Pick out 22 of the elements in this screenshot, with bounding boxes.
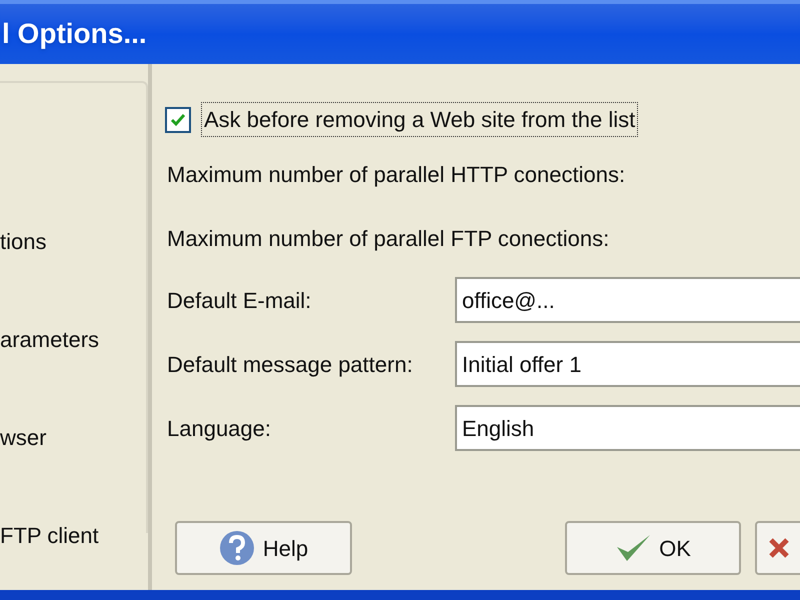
option-label: Maximum number of parallel FTP conections: [167,226,610,252]
sidebar-item[interactable]: FTP client [0,523,146,549]
field-label: Default message pattern: [167,350,414,379]
check-icon [170,112,186,126]
ok-button[interactable]: OK [565,521,741,575]
field-label: Default E-mail: [167,286,312,314]
input-field[interactable]: English [455,405,800,451]
option-label: Maximum number of parallel HTTP conections: [167,162,626,188]
sidebar-item[interactable]: tions [0,229,146,255]
window-title: l Options... [2,17,147,51]
input-field[interactable]: Initial offer 1 [455,341,800,387]
help-icon [218,530,255,566]
checkbox-label[interactable]: Ask before removing a Web site from the list [201,102,638,137]
close-icon [767,536,791,560]
sidebar-item[interactable]: arameters [0,327,146,353]
sidebar-item[interactable]: wser [0,425,146,451]
cancel-button[interactable] [755,521,800,575]
check-icon [615,533,652,563]
checkbox[interactable] [165,106,191,132]
field-label: Language: [167,414,272,443]
help-button[interactable]: Help [175,521,352,575]
input-field[interactable]: office@... [455,277,800,323]
